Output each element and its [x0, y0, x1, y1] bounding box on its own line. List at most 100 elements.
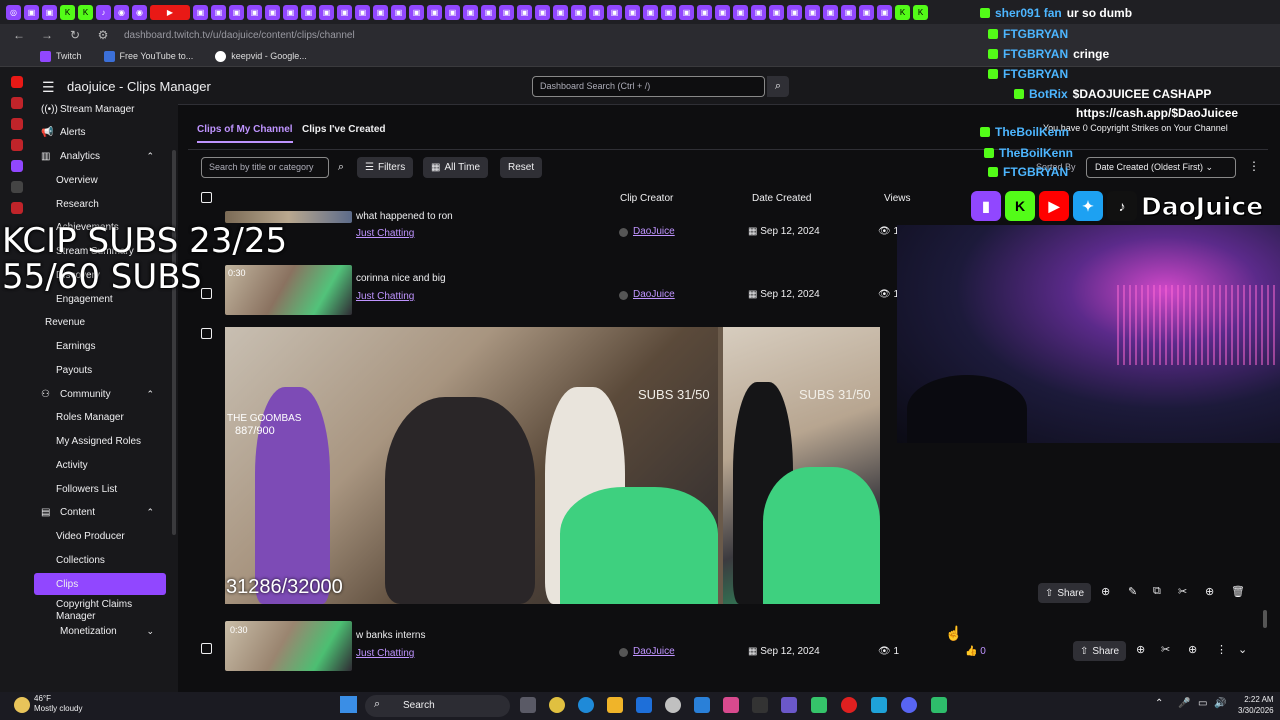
tab-clips-of-my-channel[interactable]: Clips of My Channel: [197, 124, 293, 143]
dashboard-search-input[interactable]: Dashboard Search (Ctrl + /): [532, 76, 765, 97]
forward-icon[interactable]: →: [38, 28, 56, 42]
column-clip-creator[interactable]: Clip Creator: [620, 193, 673, 204]
sidebar-item-followers-list[interactable]: Followers List: [34, 478, 168, 500]
table-row[interactable]: 0:30 w banks interns Just Chatting DaoJu…: [178, 619, 1268, 675]
chat-username[interactable]: FTGBRYAN: [1003, 165, 1068, 179]
sidebar-item-activity[interactable]: Activity: [34, 454, 168, 476]
browser-tab[interactable]: ▣: [409, 4, 424, 20]
terminal-icon[interactable]: [752, 697, 768, 713]
more-options-icon[interactable]: ⋮: [1216, 643, 1227, 656]
tray-chevron-icon[interactable]: ⌃: [1155, 698, 1163, 709]
main-scrollbar[interactable]: [1263, 610, 1267, 628]
browser-tab[interactable]: ▣: [643, 4, 658, 20]
browser-menu-icon[interactable]: ◎: [6, 4, 21, 20]
browser-tab[interactable]: ▣: [445, 4, 460, 20]
chat-username[interactable]: FTGBRYAN: [1003, 67, 1068, 81]
chat-username[interactable]: FTGBRYAN: [1003, 47, 1068, 61]
rail-app-icon[interactable]: [11, 202, 23, 214]
browser-tab[interactable]: ◉: [132, 4, 147, 20]
clip-category[interactable]: Just Chatting: [356, 291, 414, 302]
search-icon[interactable]: ⌕: [767, 76, 789, 97]
browser-tab[interactable]: ▣: [337, 4, 352, 20]
clip-icon[interactable]: ⊕: [1136, 643, 1145, 656]
browser-tab[interactable]: ▣: [247, 4, 262, 20]
weather-widget[interactable]: 46°F Mostly cloudy: [34, 694, 82, 714]
browser-tab[interactable]: ▣: [805, 4, 820, 20]
kick-tab[interactable]: K: [895, 4, 910, 20]
browser-tab[interactable]: ▣: [751, 4, 766, 20]
share-button[interactable]: ⇧ Share: [1038, 583, 1092, 603]
rail-app-icon[interactable]: [11, 139, 23, 151]
clip-category[interactable]: Just Chatting: [356, 648, 414, 659]
reset-button[interactable]: Reset: [500, 157, 543, 178]
chat-username[interactable]: sher091 fan: [995, 6, 1062, 20]
browser-tab[interactable]: ▣: [787, 4, 802, 20]
site-info-icon[interactable]: ⚙: [94, 28, 112, 42]
browser-tab[interactable]: ▣: [877, 4, 892, 20]
microphone-icon[interactable]: 🎤: [1178, 698, 1190, 709]
browser-tab[interactable]: ▣: [571, 4, 586, 20]
edit-icon[interactable]: ✎: [1128, 585, 1137, 598]
tab-clips-ive-created[interactable]: Clips I've Created: [302, 124, 386, 135]
sidebar-item-clips[interactable]: Clips: [34, 573, 166, 595]
browser-tab[interactable]: ▣: [193, 4, 208, 20]
row-checkbox[interactable]: [201, 328, 212, 339]
clip-category[interactable]: Just Chatting: [356, 228, 414, 239]
discord-icon[interactable]: [901, 697, 917, 713]
browser-tab[interactable]: ▣: [517, 4, 532, 20]
sidebar-item-analytics[interactable]: ▥ Analytics ⌃: [34, 146, 168, 168]
start-icon[interactable]: [340, 696, 357, 713]
sidebar-item-payouts[interactable]: Payouts: [34, 359, 168, 381]
filters-button[interactable]: ☰ Filters: [357, 157, 414, 178]
browser-tab[interactable]: ▣: [553, 4, 568, 20]
chat-username[interactable]: BotRix: [1029, 87, 1068, 101]
weather-icon[interactable]: [14, 697, 30, 713]
row-checkbox[interactable]: [201, 643, 212, 654]
browser-tab[interactable]: ▣: [625, 4, 640, 20]
chevron-up-icon[interactable]: ⌃: [146, 389, 154, 400]
back-icon[interactable]: ←: [10, 28, 28, 42]
share-button[interactable]: ⇧ Share: [1073, 641, 1127, 661]
browser-tab[interactable]: ▣: [823, 4, 838, 20]
app-icon[interactable]: [723, 697, 739, 713]
scissors-icon[interactable]: ✂: [1178, 585, 1187, 598]
clip-title[interactable]: corinna nice and big: [356, 273, 446, 284]
app-icon[interactable]: [811, 697, 827, 713]
browser-tab[interactable]: ▣: [841, 4, 856, 20]
select-all-checkbox[interactable]: [201, 192, 212, 203]
browser-tab[interactable]: ▣: [715, 4, 730, 20]
sidebar-item-collections[interactable]: Collections: [34, 549, 168, 571]
browser-tab[interactable]: ▣: [211, 4, 226, 20]
rail-x-icon[interactable]: [11, 181, 23, 193]
volume-icon[interactable]: 🔊: [1214, 698, 1226, 709]
kick-tab[interactable]: K: [78, 4, 93, 20]
open-external-icon[interactable]: ⧉: [1153, 585, 1161, 598]
search-icon[interactable]: ⌕: [331, 157, 351, 178]
column-views[interactable]: Views: [884, 193, 911, 204]
outlook-icon[interactable]: [636, 697, 652, 713]
trash-icon[interactable]: 🗑: [1231, 585, 1245, 598]
sidebar-item-alerts[interactable]: 📢 Alerts: [34, 122, 168, 144]
clip-icon[interactable]: ⊕: [1101, 585, 1110, 598]
task-view-icon[interactable]: [520, 697, 536, 713]
clip-title[interactable]: w banks interns: [356, 630, 425, 641]
browser-tab[interactable]: ▣: [589, 4, 604, 20]
kick-tab[interactable]: K: [60, 4, 75, 20]
chevron-down-icon[interactable]: ⌄: [1238, 643, 1247, 656]
browser-tab[interactable]: ▣: [319, 4, 334, 20]
browser-tab[interactable]: ▣: [859, 4, 874, 20]
browser-tab[interactable]: ▣: [535, 4, 550, 20]
browser-tab[interactable]: ▣: [391, 4, 406, 20]
browser-tab[interactable]: ▣: [355, 4, 370, 20]
chrome-icon[interactable]: [549, 697, 565, 713]
sidebar-item-community[interactable]: ⚇ Community ⌃: [34, 383, 168, 405]
browser-tab[interactable]: ◉: [114, 4, 129, 20]
browser-tab[interactable]: ♪: [96, 4, 111, 20]
sidebar-scrollbar[interactable]: [172, 150, 176, 535]
browser-tab[interactable]: ▣: [607, 4, 622, 20]
sidebar-item-research[interactable]: Research: [34, 193, 168, 215]
all-time-button[interactable]: ▦ All Time: [423, 157, 489, 178]
browser-tab[interactable]: ▣: [733, 4, 748, 20]
column-date-created[interactable]: Date Created: [752, 193, 811, 204]
rail-app-icon[interactable]: [11, 97, 23, 109]
